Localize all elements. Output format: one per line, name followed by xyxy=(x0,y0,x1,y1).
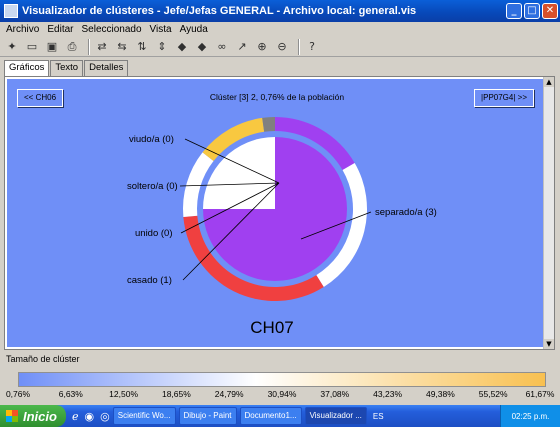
ie-icon[interactable]: ℯ xyxy=(72,410,79,423)
legend-tick: 49,38% xyxy=(425,389,455,399)
task-paint[interactable]: Dibujo - Paint xyxy=(178,407,237,425)
slice-label: soltero/a (0) xyxy=(127,181,178,192)
zoom-in-icon[interactable]: ⊕ xyxy=(254,39,270,55)
arrow-right-icon[interactable]: ◆ xyxy=(194,39,210,55)
legend-tick: 61,67% xyxy=(525,389,555,399)
clock: 02:25 p.m. xyxy=(511,411,550,421)
legend-tick: 30,94% xyxy=(267,389,297,399)
menu-seleccionado[interactable]: Seleccionado xyxy=(81,24,141,35)
start-button[interactable]: Inicio xyxy=(0,405,66,427)
minimize-button[interactable]: _ xyxy=(506,3,522,19)
explorer-icon[interactable]: ◉ xyxy=(85,410,95,423)
help-icon[interactable]: ? xyxy=(304,39,320,55)
legend-ticks: 0,76% 6,63% 12,50% 18,65% 24,79% 30,94% 37,08%… xyxy=(0,389,560,401)
tab-texto[interactable]: Texto xyxy=(50,60,84,76)
legend-tick: 55,52% xyxy=(478,389,508,399)
slice-label: separado/a (3) xyxy=(375,207,437,218)
slice-label: casado (1) xyxy=(127,275,172,286)
legend-tick: 24,79% xyxy=(214,389,244,399)
language-indicator[interactable]: ES xyxy=(373,412,384,421)
legend-tick: 0,76% xyxy=(5,389,31,399)
taskbar: Inicio ℯ ◉ ◎ Scientific Wo... Dibujo - P… xyxy=(0,405,560,427)
menu-vista[interactable]: Vista xyxy=(150,24,172,35)
outer-ring-gray[interactable] xyxy=(262,117,275,132)
open-icon[interactable]: ▭ xyxy=(24,39,40,55)
scroll-up-icon[interactable]: ▲ xyxy=(544,77,554,87)
legend-tick: 6,63% xyxy=(58,389,83,399)
arrow-left-icon[interactable]: ◆ xyxy=(174,39,190,55)
legend-tick: 43,23% xyxy=(373,389,403,399)
sort-icon[interactable]: ⇅ xyxy=(134,39,150,55)
scroll-down-icon[interactable]: ▼ xyxy=(544,339,554,349)
legend-title: Tamaño de clúster xyxy=(6,354,80,364)
system-tray: 02:25 p.m. xyxy=(500,405,560,427)
firefox-icon[interactable]: ◎ xyxy=(100,410,110,423)
tab-bar: Gráficos Texto Detalles xyxy=(4,60,129,76)
chart-panel: << CH06 |PP07G4| >> Clúster [3] 2, 0,76%… xyxy=(4,76,555,350)
start-label: Inicio xyxy=(23,408,57,424)
chart-area: << CH06 |PP07G4| >> Clúster [3] 2, 0,76%… xyxy=(7,79,544,347)
new-icon[interactable]: ✦ xyxy=(4,39,20,55)
binoculars-icon[interactable]: ∞ xyxy=(214,39,230,55)
legend-tick: 12,50% xyxy=(109,389,139,399)
slice-label: unido (0) xyxy=(135,228,173,239)
menu-archivo[interactable]: Archivo xyxy=(6,24,39,35)
legend-tick: 18,65% xyxy=(161,389,191,399)
pie-chart: viudo/a (0) soltero/a (0) unido (0) casado … xyxy=(127,117,437,337)
app-icon xyxy=(4,4,18,18)
windows-logo-icon xyxy=(6,410,18,422)
vertical-scrollbar[interactable]: ▲ ▼ xyxy=(543,77,554,349)
tab-graficos[interactable]: Gráficos xyxy=(4,60,50,76)
legend-tick: 37,08% xyxy=(320,389,350,399)
close-button[interactable]: ✕ xyxy=(542,3,558,19)
save-icon[interactable]: ▣ xyxy=(44,39,60,55)
menu-editar[interactable]: Editar xyxy=(47,24,73,35)
menu-bar: Archivo Editar Seleccionado Vista Ayuda xyxy=(0,22,560,37)
slice-label: viudo/a (0) xyxy=(129,134,174,145)
maximize-button[interactable]: □ xyxy=(524,3,540,19)
toolbar: ✦ ▭ ▣ ⎙ ⇄ ⇆ ⇅ ⇕ ◆ ◆ ∞ ↗ ⊕ ⊖ ? xyxy=(0,37,560,57)
redo-icon[interactable]: ⇄ xyxy=(94,39,110,55)
undo-icon[interactable]: ⇆ xyxy=(114,39,130,55)
filter-icon[interactable]: ⇕ xyxy=(154,39,170,55)
zoom-out-icon[interactable]: ⊖ xyxy=(274,39,290,55)
task-documento[interactable]: Documento1... xyxy=(239,407,302,425)
print-icon[interactable]: ⎙ xyxy=(64,39,80,55)
size-gradient-bar xyxy=(18,372,546,387)
menu-ayuda[interactable]: Ayuda xyxy=(180,24,208,35)
toolbar-separator xyxy=(298,38,300,55)
center-label: CH07 xyxy=(250,318,293,337)
task-visualizador[interactable]: Visualizador ... xyxy=(304,407,367,425)
resize-icon[interactable]: ↗ xyxy=(234,39,250,55)
title-bar: Visualizador de clústeres - Jefe/Jefas G… xyxy=(0,0,560,22)
task-scientific[interactable]: Scientific Wo... xyxy=(112,407,176,425)
window-title: Visualizador de clústeres - Jefe/Jefas G… xyxy=(22,5,417,17)
tab-detalles[interactable]: Detalles xyxy=(84,60,129,76)
toolbar-separator xyxy=(88,38,90,55)
